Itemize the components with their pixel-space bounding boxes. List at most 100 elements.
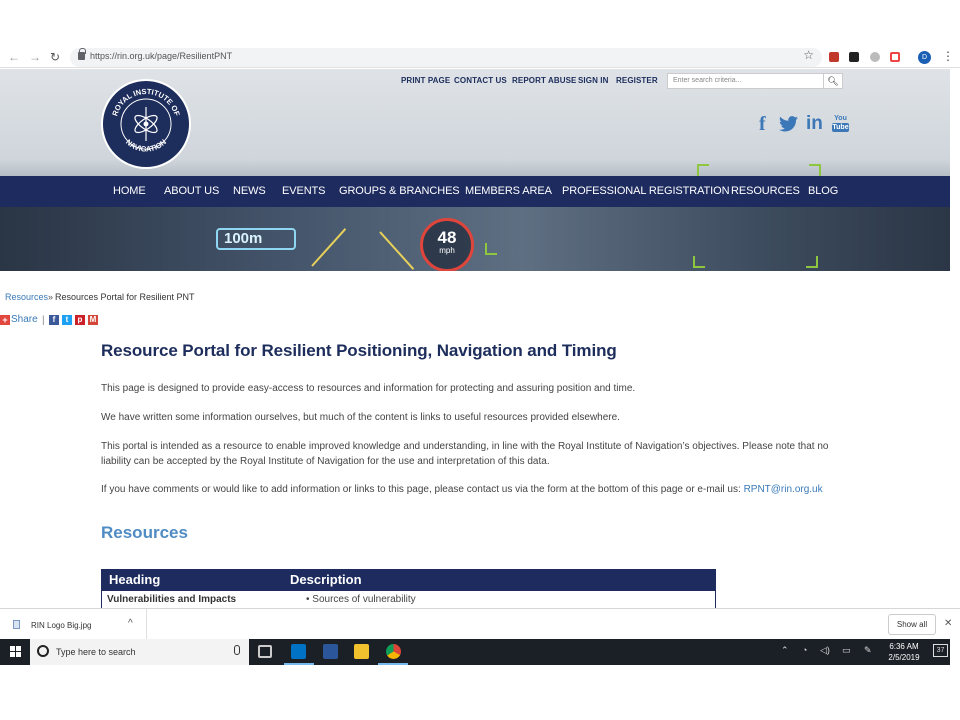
taskbar-search-box[interactable]: Type here to search [30, 639, 249, 665]
search-button[interactable]: 🔍︎ [823, 73, 843, 89]
windows-start-icon[interactable] [10, 646, 21, 657]
row-heading: Vulnerabilities and Impacts [107, 594, 237, 605]
facebook-share-icon[interactable]: f [49, 315, 59, 325]
hud-speedometer: 48 mph [420, 218, 474, 271]
register-link[interactable]: REGISTER [616, 76, 658, 85]
nav-events[interactable]: EVENTS [282, 185, 326, 197]
forward-arrow-icon[interactable]: → [29, 50, 41, 64]
share-button[interactable]: Share [11, 314, 38, 325]
contact-text: If you have comments or would like to ad… [101, 484, 741, 495]
outlook-icon[interactable] [291, 644, 306, 659]
nav-members-area[interactable]: MEMBERS AREA [465, 185, 552, 197]
hud-bracket [697, 164, 709, 176]
intro-paragraph-4: If you have comments or would like to ad… [101, 483, 841, 498]
chrome-icon[interactable] [386, 644, 401, 659]
nav-resources[interactable]: RESOURCES [731, 185, 800, 197]
twitter-icon[interactable] [779, 116, 798, 137]
task-view-icon[interactable] [258, 645, 272, 658]
main-navigation: HOME ABOUT US NEWS EVENTS GROUPS & BRANC… [0, 176, 950, 207]
notification-center-icon[interactable]: 37 [933, 644, 948, 657]
extension-icon[interactable] [849, 52, 859, 62]
download-filename[interactable]: RIN Logo Big.jpg [31, 621, 91, 630]
intro-paragraph-2: We have written some information ourselv… [101, 412, 620, 423]
download-shelf: RIN Logo Big.jpg ^ Show all ✕ [0, 608, 960, 640]
chevron-up-icon[interactable]: ^ [128, 618, 133, 629]
battery-icon[interactable]: ▭ [842, 645, 851, 656]
taskbar-search-placeholder: Type here to search [56, 647, 136, 657]
lock-icon [78, 48, 86, 60]
resources-table: Heading Description Vulnerabilities and … [101, 569, 716, 608]
gmail-share-icon[interactable]: M [88, 315, 98, 325]
breadcrumb-resources-link[interactable]: Resources [5, 292, 48, 302]
print-page-link[interactable]: PRINT PAGE [401, 76, 450, 85]
clock-date: 2/5/2019 [888, 653, 920, 662]
nav-news[interactable]: NEWS [233, 185, 266, 197]
pen-icon[interactable]: ✎ [864, 645, 872, 656]
share-plus-icon[interactable]: + [0, 315, 10, 325]
row-description: • Sources of vulnerability [306, 594, 416, 605]
show-all-button[interactable]: Show all [888, 614, 936, 635]
pinterest-share-icon[interactable]: p [75, 315, 85, 325]
linkedin-icon[interactable]: in [806, 113, 823, 135]
active-app-indicator [378, 663, 408, 665]
report-abuse-link[interactable]: REPORT ABUSE [512, 76, 576, 85]
word-icon[interactable] [323, 644, 338, 659]
breadcrumb-current: Resources Portal for Resilient PNT [55, 292, 195, 302]
nav-about-us[interactable]: ABOUT US [164, 185, 219, 197]
contact-us-link[interactable]: CONTACT US [454, 76, 507, 85]
url-text[interactable]: https://rin.org.uk/page/ResilientPNT [90, 51, 232, 61]
hud-bracket [806, 256, 818, 268]
hud-distance: 100m [216, 228, 296, 250]
table-row: Vulnerabilities and Impacts • Sources of… [101, 591, 716, 608]
youtube-text-bottom: Tube [832, 123, 849, 132]
site-search-input[interactable]: Enter search criteria... [667, 73, 824, 89]
intro-paragraph-1: This page is designed to provide easy-ac… [101, 383, 636, 394]
reload-icon[interactable]: ↻ [50, 50, 60, 64]
nav-home[interactable]: HOME [113, 185, 146, 197]
hud-bracket [693, 256, 705, 268]
rin-logo-emblem: ROYAL INSTITUTE OF NAVIGATION [110, 87, 182, 154]
hud-speed-value: 48 [437, 228, 457, 247]
extension-circle-icon[interactable] [870, 52, 880, 62]
download-item[interactable]: RIN Logo Big.jpg ^ [0, 609, 147, 640]
image-file-icon [13, 620, 20, 629]
volume-icon[interactable]: ◁) [820, 645, 830, 656]
pdf-extension-icon[interactable] [829, 52, 839, 62]
clock-time: 6:36 AM [889, 642, 919, 651]
share-separator: | [42, 315, 45, 326]
table-header: Heading Description [101, 569, 716, 591]
intro-paragraph-3: This portal is intended as a resource to… [101, 441, 829, 467]
resources-heading: Resources [101, 523, 188, 542]
nav-blog[interactable]: BLOG [808, 185, 838, 197]
sign-in-link[interactable]: SIGN IN [578, 76, 608, 85]
back-arrow-icon[interactable]: ← [8, 50, 20, 64]
system-clock[interactable]: 6:36 AM 2/5/2019 [882, 641, 926, 663]
profile-avatar[interactable]: D [918, 51, 931, 64]
microphone-icon[interactable] [234, 645, 240, 655]
youtube-text-top: You [834, 115, 847, 122]
rin-logo[interactable]: ROYAL INSTITUTE OF NAVIGATION [101, 79, 191, 169]
file-explorer-icon[interactable] [354, 644, 369, 659]
twitter-share-icon[interactable]: t [62, 315, 72, 325]
network-icon[interactable]: ◔ [802, 645, 807, 655]
twitter-bird-shape [779, 116, 798, 132]
cortana-icon [37, 645, 49, 657]
address-bar[interactable]: https://rin.org.uk/page/ResilientPNT ☆ [70, 48, 822, 67]
hud-bracket [485, 243, 497, 255]
column-header-heading: Heading [109, 572, 161, 587]
hud-speed-unit: mph [439, 246, 455, 255]
nav-groups-branches[interactable]: GROUPS & BRANCHES [339, 185, 460, 197]
youtube-icon[interactable]: You Tube [832, 114, 849, 135]
active-app-indicator [284, 663, 314, 665]
bookmark-star-icon[interactable]: ☆ [803, 48, 814, 62]
facebook-icon[interactable]: f [759, 113, 766, 136]
chevron-up-tray-icon[interactable]: ⌃ [781, 645, 789, 656]
hud-bracket [809, 164, 821, 176]
browser-toolbar: ← → ↻ https://rin.org.uk/page/ResilientP… [0, 48, 960, 68]
email-link[interactable]: RPNT@rin.org.uk [744, 484, 823, 495]
browser-menu-icon[interactable]: ⋮ [942, 49, 954, 63]
nav-professional-registration[interactable]: PROFESSIONAL REGISTRATION [562, 185, 730, 197]
close-icon[interactable]: ✕ [944, 618, 952, 629]
page-title: Resource Portal for Resilient Positionin… [101, 341, 617, 360]
pocket-extension-icon[interactable] [890, 52, 900, 62]
